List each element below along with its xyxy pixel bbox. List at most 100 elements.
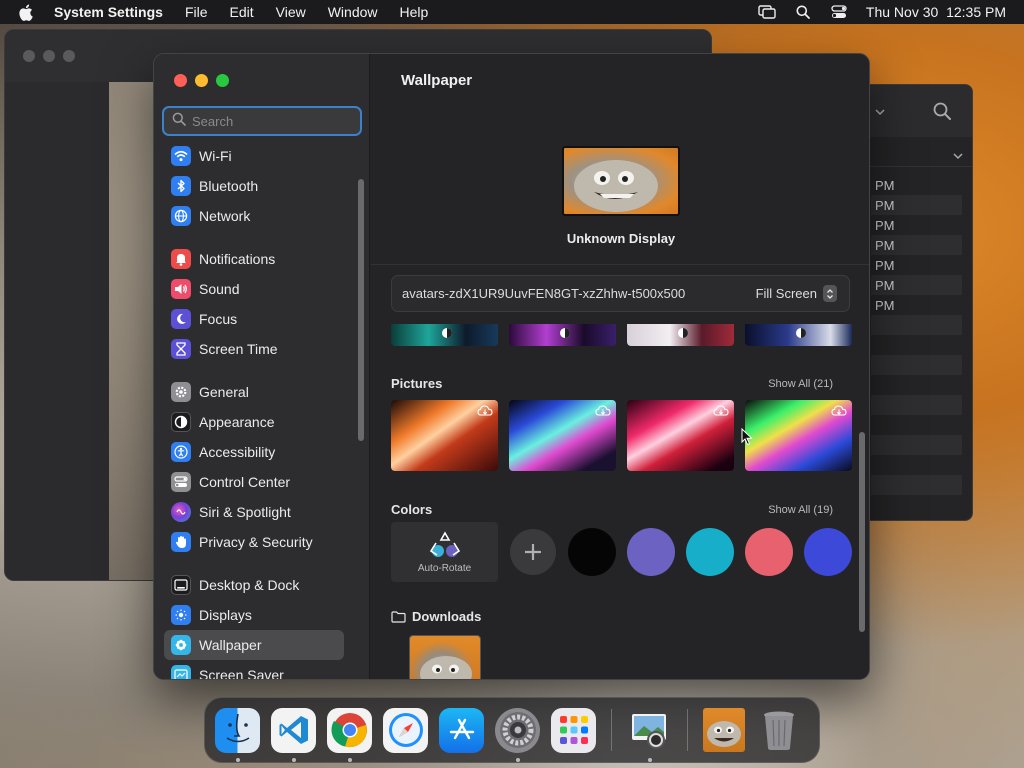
cloud-download-icon[interactable] [477, 404, 493, 422]
sidebar-item-label: Desktop & Dock [199, 577, 300, 593]
wallpaper-tile[interactable] [745, 324, 852, 346]
wallpaper-scroll-area[interactable]: Pictures Show All (21) Colors Show All (… [371, 324, 869, 679]
spotlight-search-icon[interactable] [794, 4, 812, 20]
window-button [23, 50, 35, 62]
menu-bar: System Settings File Edit View Window He… [0, 0, 1024, 24]
search-input[interactable] [192, 113, 352, 129]
menubar-clock[interactable]: Thu Nov 30 12:35 PM [866, 4, 1006, 20]
downloaded-wallpaper-tile[interactable] [409, 635, 481, 679]
dock-safari[interactable] [383, 707, 428, 753]
dock-finder[interactable] [215, 707, 260, 762]
dock-vscode[interactable] [271, 707, 316, 762]
sidebar-item-appearance[interactable]: Appearance [164, 407, 344, 437]
add-color-button[interactable] [510, 529, 556, 575]
display-preview-image [574, 160, 658, 212]
sidebar-item-label: Wi-Fi [199, 148, 232, 164]
wallpaper-tile[interactable] [391, 400, 498, 471]
sidebar-search[interactable] [162, 106, 362, 136]
wallpaper-tile[interactable] [509, 400, 616, 471]
sidebar-item-accessibility[interactable]: Accessibility [164, 437, 344, 467]
menu-help[interactable]: Help [400, 4, 429, 20]
vscode-icon [279, 716, 308, 744]
sidebar-item-wifi[interactable]: Wi-Fi [164, 141, 344, 171]
sidebar-item-screen-saver[interactable]: Screen Saver [164, 660, 344, 679]
dock-preview[interactable] [627, 708, 672, 762]
cloud-download-icon[interactable] [831, 404, 847, 422]
pictures-show-all-button[interactable]: Show All (21) [768, 378, 833, 390]
fit-mode-popup[interactable]: Fill Screen [756, 276, 837, 311]
wallpaper-tile[interactable] [745, 400, 852, 471]
list-row[interactable]: PM [871, 255, 962, 275]
wallpaper-tile[interactable] [391, 324, 498, 346]
menu-view[interactable]: View [276, 4, 306, 20]
screensaver-icon [171, 665, 191, 679]
sidebar-item-displays[interactable]: Displays [164, 600, 344, 630]
sidebar-item-notifications[interactable]: Notifications [164, 244, 344, 274]
window-button [43, 50, 55, 62]
menu-edit[interactable]: Edit [230, 4, 254, 20]
window-controls [174, 74, 229, 87]
dynamic-wallpapers-row [391, 324, 852, 346]
background-window-sidebar [5, 82, 109, 580]
wallpaper-tile[interactable] [627, 324, 734, 346]
dock-system-settings[interactable] [495, 707, 540, 762]
menu-window[interactable]: Window [328, 4, 378, 20]
dock-launchpad[interactable] [551, 707, 596, 753]
content-scrollbar[interactable] [859, 432, 865, 632]
menu-app-name[interactable]: System Settings [54, 4, 163, 20]
apple-menu-icon[interactable] [18, 4, 34, 21]
colors-show-all-button[interactable]: Show All (19) [768, 504, 833, 516]
list-row [871, 375, 962, 395]
wallpaper-tile[interactable] [509, 324, 616, 346]
sidebar-item-desktop-dock[interactable]: Desktop & Dock [164, 570, 344, 600]
moon-icon [171, 309, 191, 329]
cloud-download-icon[interactable] [595, 404, 611, 422]
sidebar-item-label: Bluetooth [199, 178, 259, 194]
sidebar-item-bluetooth[interactable]: Bluetooth [164, 171, 344, 201]
sidebar-item-siri-spotlight[interactable]: Siri & Spotlight [164, 497, 344, 527]
sidebar-item-privacy-security[interactable]: Privacy & Security [164, 527, 344, 557]
dock-chrome[interactable] [327, 707, 372, 762]
list-row[interactable]: PM [871, 215, 962, 235]
color-swatch[interactable] [745, 528, 793, 576]
color-swatch[interactable] [804, 528, 852, 576]
minimize-button[interactable] [195, 74, 208, 87]
cloud-download-icon[interactable] [713, 404, 729, 422]
list-row[interactable]: PM [871, 275, 962, 295]
wallpaper-pane: Wallpaper Unknown Display avatars-zdX1UR… [371, 54, 869, 679]
background-list-window[interactable]: PM PM PM PM PM PM PM [868, 84, 973, 521]
menu-file[interactable]: File [185, 4, 208, 20]
zoom-button[interactable] [216, 74, 229, 87]
dock-trash[interactable] [756, 708, 801, 753]
color-swatch[interactable] [627, 528, 675, 576]
sidebar-item-screen-time[interactable]: Screen Time [164, 334, 344, 364]
color-swatch[interactable] [568, 528, 616, 576]
close-button[interactable] [174, 74, 187, 87]
chevron-down-icon[interactable] [875, 103, 885, 121]
window-button [63, 50, 75, 62]
background-list-column-header [869, 137, 972, 167]
sidebar-item-sound[interactable]: Sound [164, 274, 344, 304]
sidebar-item-focus[interactable]: Focus [164, 304, 344, 334]
wallpaper-tile[interactable] [627, 400, 734, 471]
fit-mode-value: Fill Screen [755, 286, 817, 301]
chevron-down-icon[interactable] [953, 147, 963, 165]
auto-rotate-tile[interactable]: Auto-Rotate [391, 522, 498, 582]
appearance-icon [171, 412, 191, 432]
search-icon[interactable] [933, 102, 951, 125]
dock-app-store[interactable] [439, 707, 484, 753]
control-center-icon[interactable] [830, 4, 848, 20]
list-row[interactable]: PM [871, 195, 962, 215]
dock-downloaded-image[interactable] [703, 708, 745, 752]
pictures-section-title: Pictures [391, 376, 443, 391]
sidebar-item-network[interactable]: Network [164, 201, 344, 231]
sidebar-item-wallpaper[interactable]: Wallpaper [164, 630, 344, 660]
sidebar-scrollbar[interactable] [358, 179, 364, 441]
list-row[interactable]: PM [871, 235, 962, 255]
screen-mirroring-icon[interactable] [758, 4, 776, 20]
list-row[interactable]: PM [871, 295, 962, 315]
list-row[interactable]: PM [871, 175, 962, 195]
sidebar-item-general[interactable]: General [164, 377, 344, 407]
color-swatch[interactable] [686, 528, 734, 576]
sidebar-item-control-center[interactable]: Control Center [164, 467, 344, 497]
